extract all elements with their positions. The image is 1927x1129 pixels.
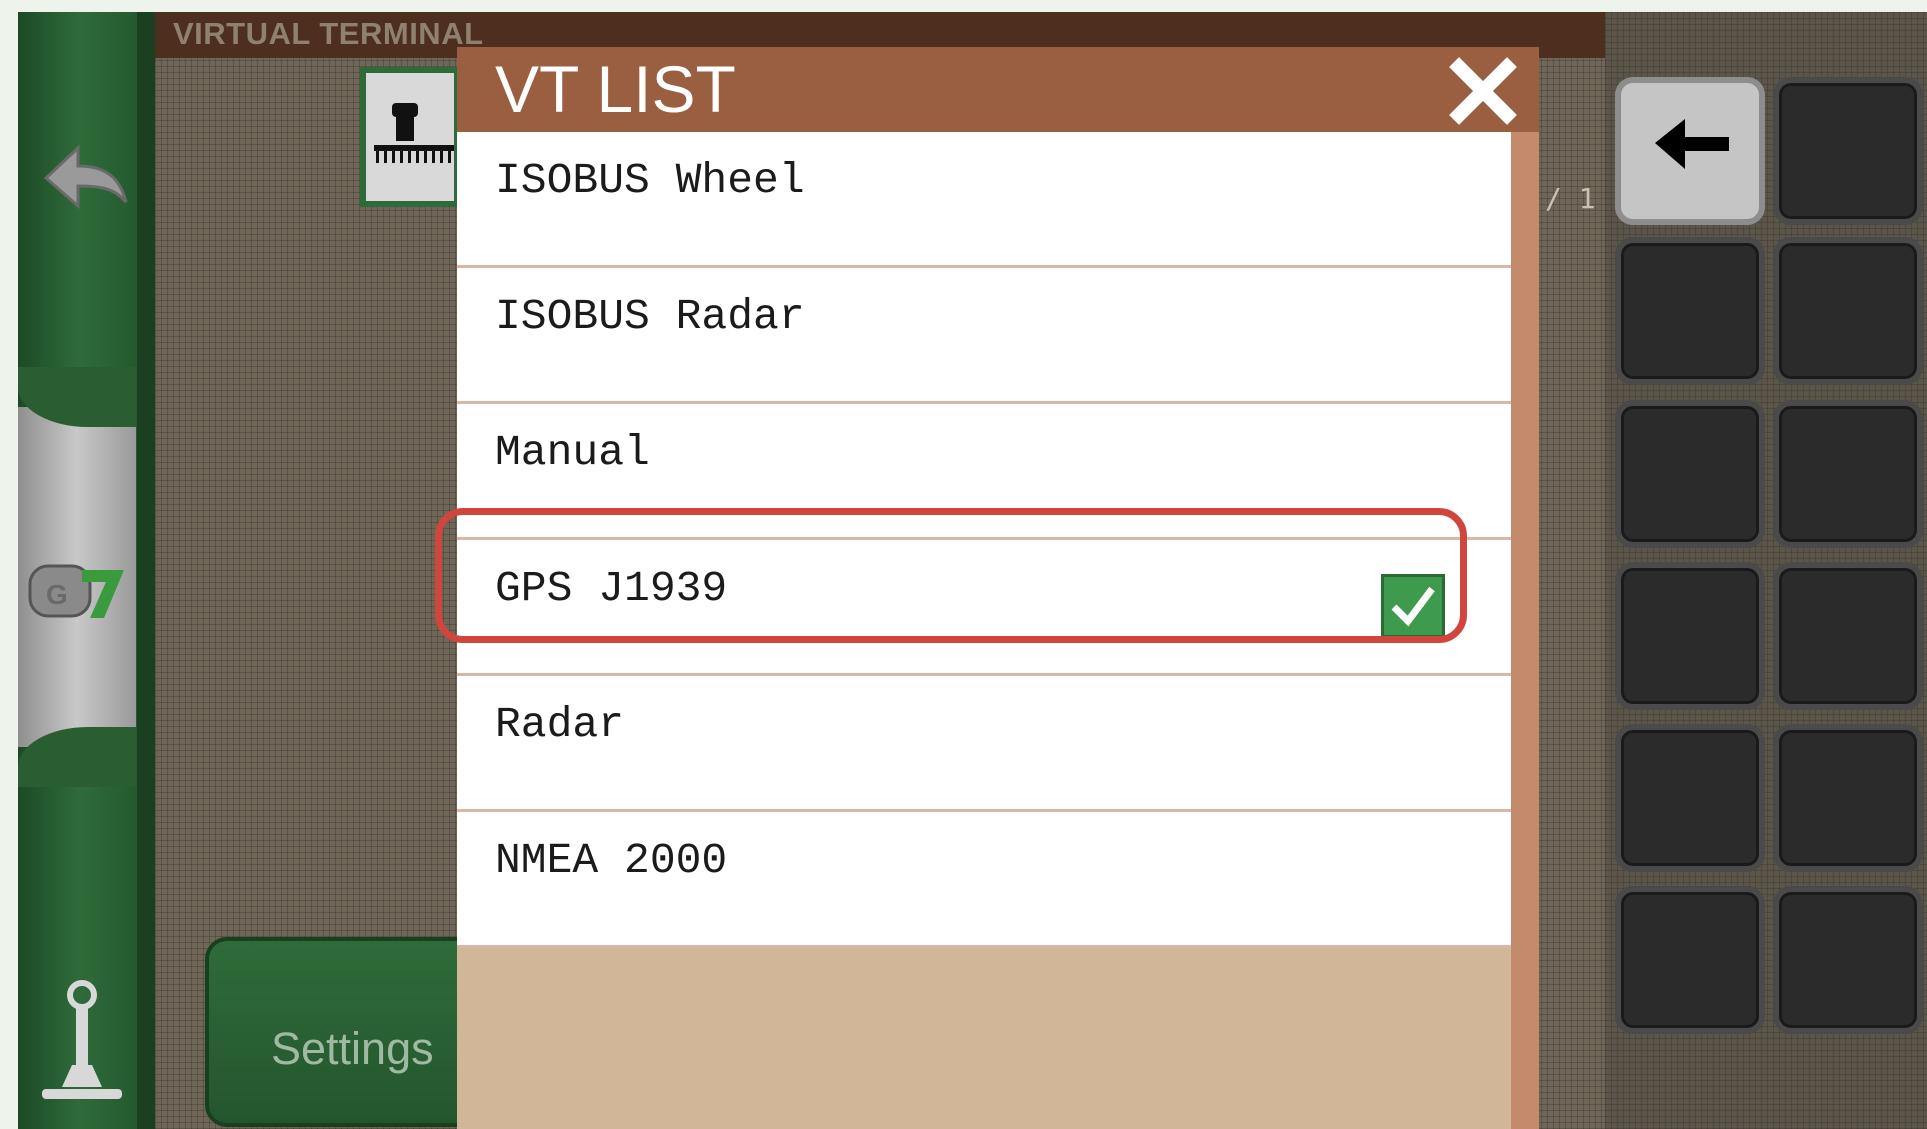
back-arrow-icon [43, 144, 128, 210]
dialog-title: VT LIST [495, 52, 736, 126]
softkey-5[interactable] [1773, 400, 1923, 548]
list-item-label: Radar [495, 700, 625, 749]
list-item-nmea-2000[interactable]: NMEA 2000 [457, 812, 1511, 948]
selection-highlight [435, 508, 1467, 643]
softkey-1[interactable] [1773, 77, 1923, 225]
left-sidebar: G [18, 12, 155, 1129]
back-arrow-button[interactable] [28, 130, 138, 230]
implement-tile[interactable] [360, 67, 460, 207]
softkey-9[interactable] [1773, 724, 1923, 872]
softkey-7[interactable] [1773, 562, 1923, 710]
softkey-4[interactable] [1615, 400, 1765, 548]
vt-title: VIRTUAL TERMINAL [173, 16, 484, 51]
softkey-back[interactable] [1615, 77, 1765, 225]
softkey-8[interactable] [1615, 724, 1765, 872]
joystick-icon [42, 980, 122, 1099]
softkey-3[interactable] [1773, 237, 1923, 385]
softkey-11[interactable] [1773, 886, 1923, 1034]
close-button[interactable] [1449, 57, 1517, 125]
page-indicator: / 1 [1545, 182, 1596, 215]
g7-logo-button[interactable]: G [24, 552, 134, 632]
seeder-icon [374, 103, 454, 163]
left-arrow-icon [1655, 119, 1729, 169]
sidebar-divider [137, 12, 155, 1129]
list-item-label: Manual [495, 428, 650, 477]
softkey-2[interactable] [1615, 237, 1765, 385]
list-item-label: ISOBUS Radar [495, 292, 805, 341]
list-item-isobus-radar[interactable]: ISOBUS Radar [457, 268, 1511, 404]
softkey-6[interactable] [1615, 562, 1765, 710]
softkey-panel [1605, 12, 1927, 1129]
list-item-label: NMEA 2000 [495, 836, 728, 885]
softkey-10[interactable] [1615, 886, 1765, 1034]
close-icon [1449, 57, 1517, 125]
list-item-label: ISOBUS Wheel [495, 156, 805, 205]
g7-logo-icon: G [28, 564, 124, 618]
list-item-radar[interactable]: Radar [457, 676, 1511, 812]
joystick-button[interactable] [32, 977, 132, 1112]
settings-label: Settings [271, 1023, 434, 1074]
list-item-isobus-wheel[interactable]: ISOBUS Wheel [457, 132, 1511, 268]
svg-text:G: G [46, 579, 68, 610]
dialog-header: VT LIST [457, 47, 1539, 132]
